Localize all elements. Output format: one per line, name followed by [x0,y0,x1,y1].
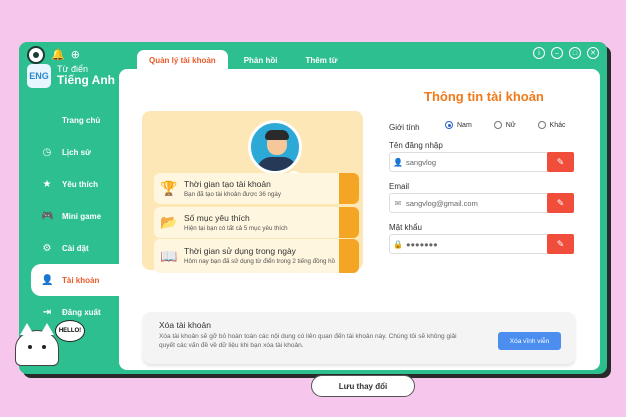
lock-icon: 🔒 [393,239,403,249]
password-label: Mật khẩu [389,223,422,232]
brand: ENG Từ điển Tiếng Anh [27,64,115,88]
maximize-icon[interactable]: □ [569,47,581,59]
stat-desc: Bạn đã tạo tài khoản được 36 ngày [184,190,281,198]
trophy-icon: 🏆 [160,180,178,196]
sidebar-nav: Trang chủ ◷ Lịch sử ★ Yêu thích 🎮 Mini g… [19,104,119,328]
profile-avatar [248,120,302,174]
tab-add-word[interactable]: Thêm từ [293,50,349,70]
gear-icon: ⚙ [42,242,52,254]
stat-row: 📖 Thời gian sử dụng trong ngày Hôm nay b… [154,239,359,273]
sidebar-item-favorites[interactable]: ★ Yêu thích [19,168,119,200]
history-icon: ◷ [42,146,52,158]
bell-icon[interactable]: 🔔 [51,49,65,61]
edit-username-button[interactable]: ✎ [547,152,574,172]
sidebar-item-settings[interactable]: ⚙ Cài đặt [19,232,119,264]
person-icon: 👤 [393,157,403,167]
radio-icon [493,121,502,129]
edit-password-button[interactable]: ✎ [547,234,574,254]
gender-option-other[interactable]: Khác [537,121,566,129]
sidebar-item-label: Yêu thích [62,179,99,189]
username-label: Tên đăng nhập [389,141,443,150]
sidebar-item-label: Mini game [62,211,102,221]
sidebar-item-label: Lịch sử [62,147,91,157]
stat-row: 📂 Số mục yêu thích Hiện tại bạn có tất c… [154,207,359,238]
stat-desc: Hôm nay bạn đã sử dụng từ điển trong 2 t… [184,258,336,266]
minimize-icon[interactable]: – [551,47,563,59]
info-icon[interactable]: i [533,47,545,59]
user-icon: 👤 [41,274,54,286]
stat-title: Thời gian sử dụng trong ngày [184,246,296,257]
gender-radio-group: Nam Nữ Khác [445,121,566,129]
gender-option-male[interactable]: Nam [445,121,472,129]
delete-title: Xóa tài khoản [159,320,211,330]
top-left-toolbar: 🔔 ⊕ [27,46,80,64]
glasses-book-icon: 📖 [160,247,178,264]
sidebar-item-history[interactable]: ◷ Lịch sử [19,136,119,168]
delete-permanently-button[interactable]: Xóa vĩnh viễn [498,332,561,350]
pencil-icon: ✎ [556,238,565,249]
sidebar-item-label: Cài đặt [62,243,89,253]
save-changes-button[interactable]: Lưu thay đổi [311,375,415,397]
tab-bar: Quản lý tài khoản Phản hồi Thêm từ [137,50,349,70]
radio-icon [537,121,546,129]
sidebar-item-label: Tài khoản [62,275,100,285]
tab-account-management[interactable]: Quản lý tài khoản [137,50,228,70]
account-info-title: Thông tin tài khoản [424,89,544,104]
star-icon: ★ [42,178,52,190]
pencil-icon: ✎ [556,156,565,167]
user-avatar-small[interactable] [27,46,45,64]
mail-icon: ✉ [394,198,402,208]
window-controls: i – □ ✕ [533,47,599,59]
sidebar-item-minigame[interactable]: 🎮 Mini game [19,200,119,232]
add-icon[interactable]: ⊕ [71,49,80,61]
sidebar-item-account[interactable]: 👤 Tài khoản [31,264,119,296]
speech-bubble: HELLO! [55,320,85,342]
folder-icon: 📂 [160,214,178,230]
edit-email-button[interactable]: ✎ [547,193,574,213]
stat-desc: Hiện tại bạn có tất cả 5 mục yêu thích [184,224,288,232]
brand-line2: Tiếng Anh [57,73,115,88]
logout-icon: ⇥ [42,306,52,318]
stat-row: 🏆 Thời gian tạo tài khoản Bạn đã tạo tài… [154,173,359,204]
stat-title: Số mục yêu thích [184,212,250,223]
email-label: Email [389,182,410,191]
delete-description: Xóa tài khoản sẽ gỡ bỏ hoàn toàn các nội… [159,333,457,349]
close-icon[interactable]: ✕ [587,47,599,59]
cat-icon [15,323,59,366]
delete-account-card: Xóa tài khoản Xóa tài khoản sẽ gỡ bỏ hoà… [143,312,575,364]
stat-title: Thời gian tạo tài khoản [184,178,271,189]
stats-card: ✎ 🏆 Thời gian tạo tài khoản Bạn đã tạo t… [142,111,363,273]
app-window: 🔔 ⊕ ENG Từ điển Tiếng Anh Trang chủ ◷ Lị… [15,42,607,397]
sidebar-item-label: Trang chủ [62,115,101,125]
sidebar-item-label: Đăng xuất [62,307,101,317]
gender-label: Giới tính [389,123,420,132]
radio-selected-icon [445,121,453,129]
brand-logo: ENG [27,64,51,88]
cat-mascot: HELLO! [15,320,85,366]
pencil-icon: ✎ [556,197,565,208]
sidebar-item-home[interactable]: Trang chủ [19,104,119,136]
gamepad-icon: 🎮 [41,210,54,222]
gender-option-female[interactable]: Nữ [493,121,516,129]
account-panel: ✎ 🏆 Thời gian tạo tài khoản Bạn đã tạo t… [119,69,600,397]
tab-feedback[interactable]: Phản hồi [232,50,290,70]
